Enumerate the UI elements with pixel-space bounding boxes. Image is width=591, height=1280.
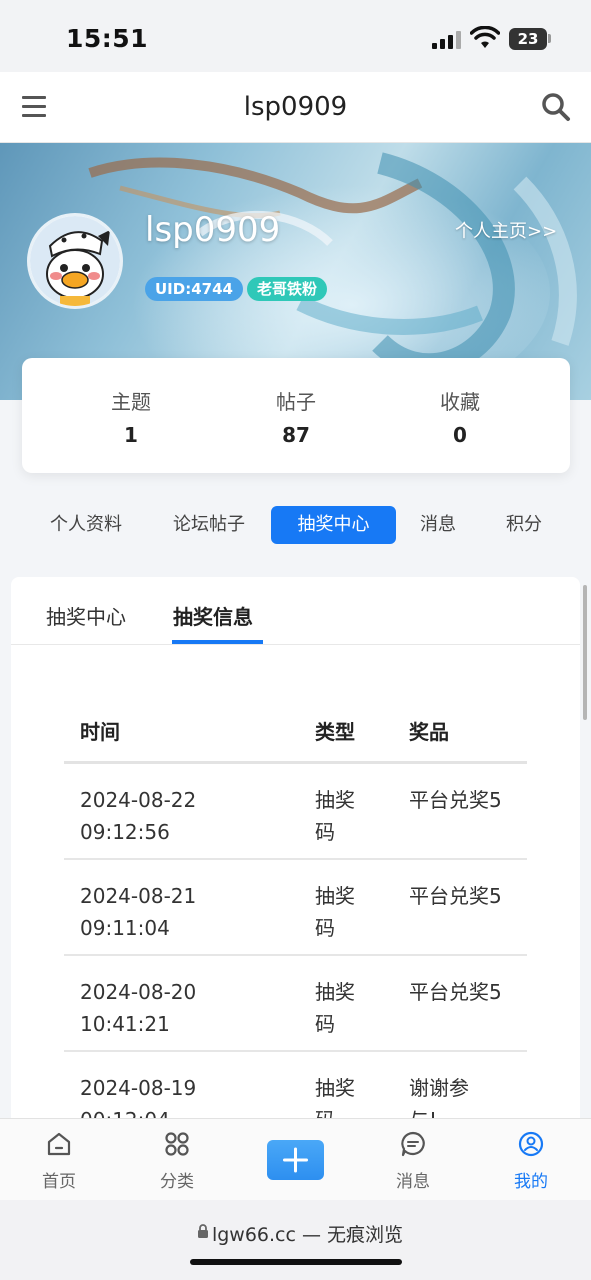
subtab-lottery-info[interactable]: 抽奖信息 — [173, 601, 253, 630]
profile-username: lsp0909 — [145, 210, 281, 250]
home-indicator[interactable] — [190, 1259, 402, 1265]
tabbar-messages[interactable]: 消息 — [373, 1131, 453, 1192]
stat-label: 帖子 — [276, 390, 316, 414]
browser-url-bar[interactable]: lgw66.cc — 无痕浏览 — [0, 1200, 591, 1280]
tab-points[interactable]: 积分 — [494, 506, 554, 544]
table-row: 2024-08-22 09:12:56 抽奖码 平台兑奖5 — [64, 764, 527, 860]
search-icon[interactable] — [541, 92, 571, 122]
url-text: lgw66.cc — 无痕浏览 — [211, 1224, 404, 1246]
page-title: lsp0909 — [243, 92, 348, 122]
cell-prize: 平台兑奖5 — [409, 788, 502, 812]
status-bar: 15:51 23 — [0, 0, 591, 72]
profile-nav-tabs: 个人资料 论坛帖子 抽奖中心 消息 积分 — [0, 500, 591, 550]
cell-prize: 平台兑奖5 — [409, 884, 502, 908]
profile-home-link[interactable]: 个人主页>> — [455, 217, 557, 243]
cell-type: 抽奖码 — [315, 884, 355, 940]
column-header-time: 时间 — [80, 720, 120, 744]
page-scrollbar[interactable] — [583, 585, 587, 720]
table-header: 时间 类型 奖品 — [64, 702, 527, 764]
duck-avatar-icon — [30, 216, 120, 306]
home-icon — [47, 1132, 71, 1156]
signal-icon — [432, 31, 462, 49]
tabbar-categories[interactable]: 分类 — [137, 1131, 217, 1192]
status-time: 15:51 — [66, 24, 149, 53]
stat-value: 87 — [282, 423, 310, 447]
lottery-records-table: 时间 类型 奖品 2024-08-22 09:12:56 抽奖码 平台兑奖5 20… — [64, 702, 527, 1137]
tabbar-home[interactable]: 首页 — [19, 1131, 99, 1192]
active-tab-indicator — [172, 640, 263, 644]
column-header-type: 类型 — [315, 720, 355, 744]
column-header-prize: 奖品 — [409, 720, 449, 744]
user-icon — [518, 1131, 544, 1157]
cell-type: 抽奖码 — [315, 788, 355, 844]
tab-lottery-center[interactable]: 抽奖中心 — [271, 506, 396, 544]
plus-icon — [283, 1147, 308, 1173]
cell-time: 2024-08-20 10:41:21 — [80, 980, 197, 1036]
table-row: 2024-08-20 10:41:21 抽奖码 平台兑奖5 — [64, 956, 527, 1052]
chat-bubble-icon — [401, 1131, 425, 1157]
tab-messages[interactable]: 消息 — [408, 506, 468, 544]
grid-icon — [165, 1132, 189, 1156]
lottery-content: 抽奖中心 抽奖信息 时间 类型 奖品 2024-08-22 09:12:56 抽奖… — [11, 577, 580, 1137]
fan-level-badge: 老哥铁粉 — [247, 277, 328, 301]
table-row: 2024-08-21 09:11:04 抽奖码 平台兑奖5 — [64, 860, 527, 956]
bottom-tab-bar: 首页 分类 消息 我的 — [0, 1118, 591, 1200]
cell-time: 2024-08-21 09:11:04 — [80, 884, 197, 940]
stat-favorites[interactable]: 收藏 0 — [400, 386, 520, 447]
cell-type: 抽奖码 — [315, 980, 355, 1036]
app-header: lsp0909 — [0, 72, 591, 143]
add-post-button[interactable] — [267, 1140, 324, 1180]
stat-topics[interactable]: 主题 1 — [71, 386, 191, 447]
tab-forum-posts[interactable]: 论坛帖子 — [159, 506, 259, 544]
battery-tip — [548, 34, 551, 43]
stat-posts[interactable]: 帖子 87 — [236, 386, 356, 447]
stat-value: 0 — [453, 423, 467, 447]
stat-label: 主题 — [111, 390, 151, 414]
tabbar-label: 我的 — [514, 1172, 548, 1192]
tabbar-label: 消息 — [396, 1172, 430, 1192]
subtab-lottery-center[interactable]: 抽奖中心 — [46, 601, 126, 630]
tabbar-label: 首页 — [42, 1172, 76, 1192]
uid-badge: UID:4744 — [145, 277, 243, 301]
tab-profile[interactable]: 个人资料 — [36, 506, 136, 544]
cell-time: 2024-08-22 09:12:56 — [80, 788, 197, 844]
avatar[interactable] — [27, 213, 123, 309]
stat-value: 1 — [124, 423, 138, 447]
battery-icon: 23 — [509, 28, 547, 50]
tabbar-me[interactable]: 我的 — [491, 1131, 571, 1192]
lottery-sub-tabs: 抽奖中心 抽奖信息 — [11, 577, 580, 645]
wifi-icon — [470, 26, 500, 48]
cell-prize: 平台兑奖5 — [409, 980, 502, 1004]
stats-card: 主题 1 帖子 87 收藏 0 — [22, 358, 570, 473]
tabbar-label: 分类 — [160, 1172, 194, 1192]
battery-level: 23 — [517, 30, 539, 48]
stat-label: 收藏 — [440, 390, 480, 414]
